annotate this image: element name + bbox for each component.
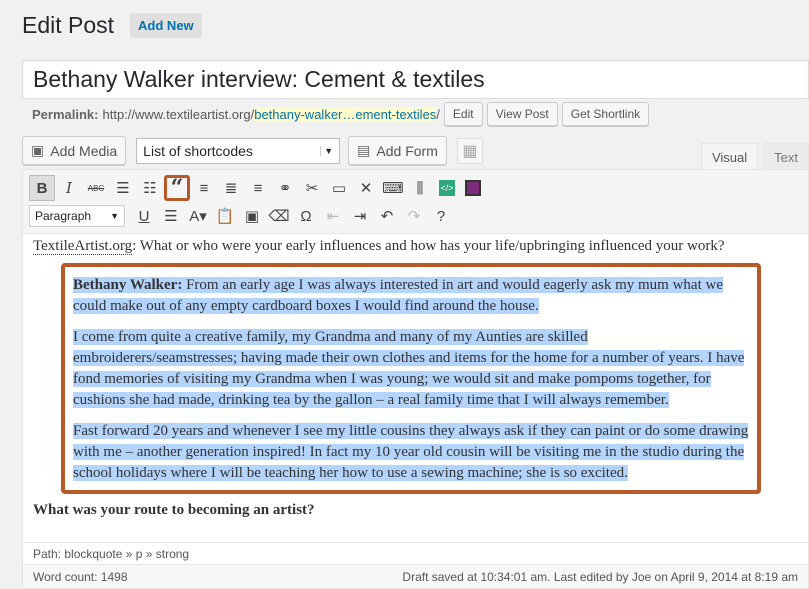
read-more-icon[interactable]: ▭ (326, 175, 352, 201)
help-icon[interactable]: ? (428, 203, 454, 229)
answer-p2-text: I come from quite a creative family, my … (73, 329, 745, 408)
shortcodes-value: List of shortcodes (143, 142, 253, 159)
word-count: Word count: 1498 (33, 569, 128, 584)
bold-button[interactable]: B (29, 175, 55, 201)
fullscreen-icon[interactable]: ✕ (353, 175, 379, 201)
tab-visual[interactable]: Visual (700, 143, 759, 171)
tab-text[interactable]: Text (763, 143, 809, 171)
media-row: ▣ Add Media List of shortcodes ▼ ▤ Add F… (22, 136, 483, 165)
redo-icon[interactable]: ↷ (401, 203, 427, 229)
paste-word-icon[interactable]: ▣ (239, 203, 265, 229)
permalink-row: Permalink: http://www.textileartist.org/… (32, 102, 650, 126)
italic-button[interactable]: I (56, 175, 82, 201)
post-title-input[interactable]: Bethany Walker interview: Cement & texti… (22, 60, 809, 99)
add-new-button[interactable]: Add New (130, 13, 202, 38)
strikethrough-button[interactable]: ABC (83, 175, 109, 201)
answer-paragraph-2: I come from quite a creative family, my … (73, 327, 749, 411)
toolbar-row-1: B I ABC ☰ ☷ “ ≡ ≣ ≡ ⚭ ✂ ▭ ✕ ⌨ ⫼ </> (29, 174, 802, 202)
get-shortlink-button[interactable]: Get Shortlink (561, 102, 650, 126)
permalink-label: Permalink: (32, 106, 99, 122)
media-icon: ▣ (31, 142, 45, 158)
chevron-down-icon: ▼ (110, 211, 119, 221)
editor-content[interactable]: TextileArtist.org: What or who were your… (23, 236, 808, 521)
bullet-list-button[interactable]: ☰ (110, 175, 136, 201)
status-bar: Word count: 1498 Draft saved at 10:34:01… (23, 564, 808, 588)
format-value: Paragraph (35, 209, 92, 223)
undo-icon[interactable]: ↶ (374, 203, 400, 229)
question-text: : What or who were your early influences… (132, 238, 725, 254)
chevron-down-icon: ▼ (320, 145, 333, 156)
heading-row: Edit Post Add New (22, 12, 202, 39)
add-media-label: Add Media (50, 142, 118, 159)
special-char-icon[interactable]: Ω (293, 203, 319, 229)
save-status: Draft saved at 10:34:01 am. Last edited … (402, 569, 798, 584)
element-path: Path: blockquote » p » strong (23, 542, 808, 565)
edit-permalink-button[interactable]: Edit (443, 102, 483, 126)
answer-p3-text: Fast forward 20 years and whenever I see… (73, 423, 749, 481)
editor-tabs: Visual Text (696, 143, 809, 171)
add-form-button[interactable]: ▤ Add Form (348, 136, 447, 165)
numbered-list-button[interactable]: ☷ (137, 175, 163, 201)
align-left-button[interactable]: ≡ (191, 175, 217, 201)
editor: B I ABC ☰ ☷ “ ≡ ≣ ≡ ⚭ ✂ ▭ ✕ ⌨ ⫼ </> Para… (22, 169, 809, 589)
question-line: TextileArtist.org: What or who were your… (33, 236, 798, 257)
justify-icon[interactable]: ☰ (158, 203, 184, 229)
answer-name: Bethany Walker: (73, 277, 183, 293)
editor-toolbar: B I ABC ☰ ☷ “ ≡ ≣ ≡ ⚭ ✂ ▭ ✕ ⌨ ⫼ </> Para… (23, 170, 808, 234)
permalink-slug[interactable]: bethany-walker…ement-textiles (254, 106, 437, 122)
form-icon: ▤ (357, 142, 371, 158)
format-select[interactable]: Paragraph ▼ (29, 205, 125, 227)
text-color-icon[interactable]: A▾ (185, 203, 211, 229)
permalink-suffix: / (436, 106, 440, 122)
underline-icon[interactable]: U (131, 203, 157, 229)
blockquote[interactable]: Bethany Walker: From an early age I was … (61, 263, 761, 494)
calendar-icon[interactable]: ▦ (456, 137, 483, 164)
outdent-icon[interactable]: ⇤ (320, 203, 346, 229)
toolbar-row-2: Paragraph ▼ U ☰ A▾ 📋 ▣ ⌫ Ω ⇤ ⇥ ↶ ↷ ? (29, 202, 802, 230)
insert-link-icon[interactable]: ⚭ (272, 175, 298, 201)
view-post-button[interactable]: View Post (486, 102, 558, 126)
indent-icon[interactable]: ⇥ (347, 203, 373, 229)
permalink-base: http://www.textileartist.org/ (102, 106, 255, 122)
grid-icon[interactable] (465, 180, 481, 196)
align-right-button[interactable]: ≡ (245, 175, 271, 201)
answer-paragraph-3: Fast forward 20 years and whenever I see… (73, 421, 749, 484)
clear-format-icon[interactable]: ⌫ (266, 203, 292, 229)
add-media-button[interactable]: ▣ Add Media (22, 136, 127, 165)
columns-icon[interactable]: ⫼ (407, 175, 433, 201)
shortcodes-select[interactable]: List of shortcodes ▼ (136, 137, 341, 164)
answer-paragraph-1: Bethany Walker: From an early age I was … (73, 275, 749, 317)
paste-text-icon[interactable]: 📋 (212, 203, 238, 229)
keyboard-icon[interactable]: ⌨ (380, 175, 406, 201)
remove-link-icon[interactable]: ✂ (299, 175, 325, 201)
blockquote-button[interactable]: “ (164, 175, 190, 201)
add-form-label: Add Form (376, 142, 438, 159)
question-site: TextileArtist.org (33, 238, 133, 255)
align-center-button[interactable]: ≣ (218, 175, 244, 201)
code-icon[interactable]: </> (439, 180, 455, 196)
page-title: Edit Post (22, 12, 115, 38)
next-question: What was your route to becoming an artis… (33, 502, 315, 518)
